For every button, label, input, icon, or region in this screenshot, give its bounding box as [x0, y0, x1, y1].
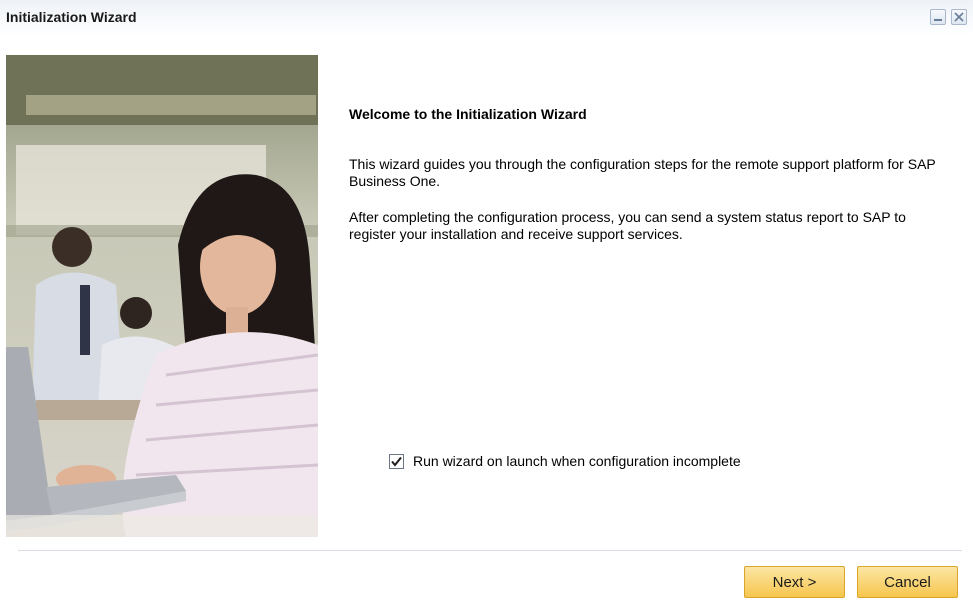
close-icon — [954, 12, 964, 22]
run-on-launch-checkbox[interactable] — [389, 453, 404, 469]
run-on-launch-label[interactable]: Run wizard on launch when configuration … — [413, 453, 741, 469]
minimize-icon — [934, 19, 942, 21]
intro-paragraph: This wizard guides you through the confi… — [349, 156, 936, 189]
wizard-photo — [6, 55, 318, 537]
checkmark-icon — [391, 456, 402, 467]
title-bar: Initialization Wizard — [0, 0, 973, 36]
office-photo-illustration — [6, 55, 318, 537]
minimize-button[interactable] — [930, 9, 946, 25]
footer-divider — [18, 550, 962, 551]
welcome-heading: Welcome to the Initialization Wizard — [349, 106, 587, 122]
window-title: Initialization Wizard — [6, 9, 137, 25]
next-button[interactable]: Next > — [744, 566, 845, 598]
info-paragraph: After completing the configuration proce… — [349, 209, 906, 242]
close-button[interactable] — [951, 9, 967, 25]
run-on-launch-option[interactable]: Run wizard on launch when configuration … — [389, 452, 741, 470]
cancel-button[interactable]: Cancel — [857, 566, 958, 598]
